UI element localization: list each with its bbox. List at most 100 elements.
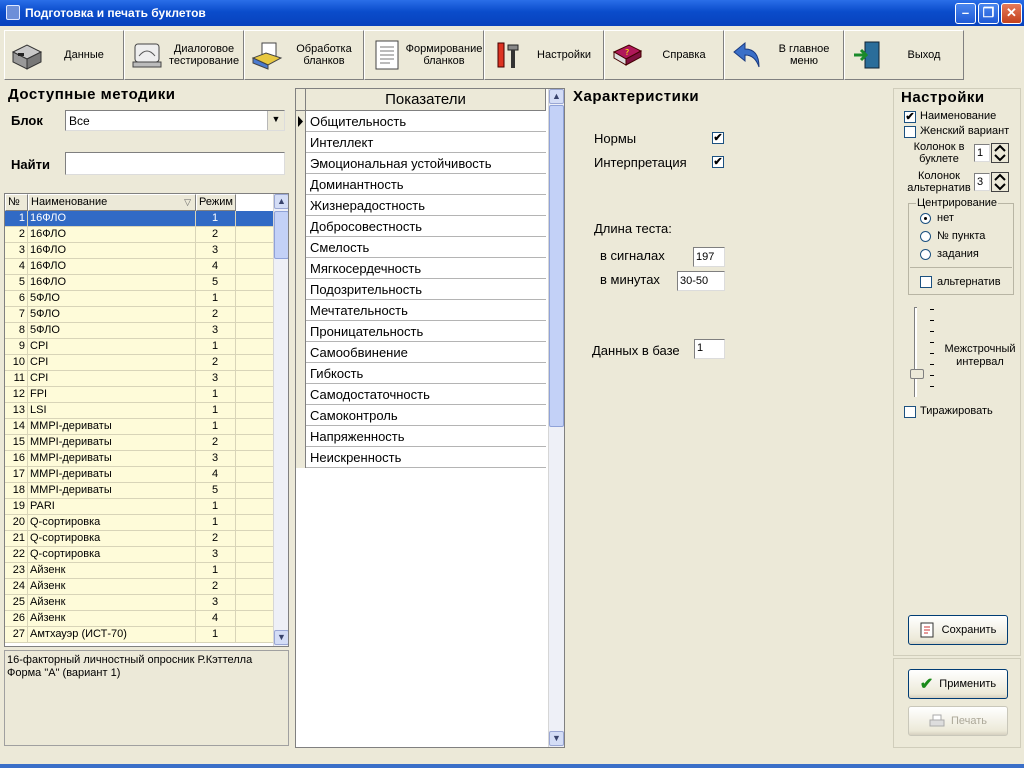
line-spacing-track[interactable]	[914, 307, 917, 397]
table-row[interactable]: 16 MMPI-дериваты 3	[5, 451, 273, 467]
indicators-grid[interactable]: Показатели Общительность Интеллект Эмоцион…	[295, 88, 565, 748]
table-row[interactable]: 14 MMPI-дериваты 1	[5, 419, 273, 435]
table-row[interactable]: 10 CPI 2	[5, 355, 273, 371]
create-forms-button[interactable]: Формирование бланков	[364, 30, 484, 80]
indicator-row[interactable]: Добросовестность	[296, 216, 546, 237]
indicator-row[interactable]: Жизнерадостность	[296, 195, 546, 216]
scroll-down-icon[interactable]: ▼	[549, 731, 564, 746]
table-row[interactable]: 6 5ФЛО 1	[5, 291, 273, 307]
table-row[interactable]: 1 16ФЛО 1	[5, 211, 273, 227]
indicator-row[interactable]: Смелость	[296, 237, 546, 258]
table-row[interactable]: 17 MMPI-дериваты 4	[5, 467, 273, 483]
indicator-row[interactable]: Самоконтроль	[296, 405, 546, 426]
row-mode: 2	[212, 580, 219, 592]
row-indicator	[296, 363, 306, 384]
row-mode: 2	[212, 436, 219, 448]
line-spacing-thumb[interactable]	[910, 369, 924, 379]
name-checkbox[interactable]: ✔	[904, 111, 916, 123]
table-row[interactable]: 26 Айзенк 4	[5, 611, 273, 627]
table-row[interactable]: 19 PARI 1	[5, 499, 273, 515]
save-button[interactable]: Сохранить	[908, 615, 1008, 645]
indicator-label: Самообвинение	[310, 345, 408, 360]
indicator-row[interactable]: Проницательность	[296, 321, 546, 342]
cols-alt-spinner[interactable]	[991, 172, 1009, 192]
data-button[interactable]: Данные	[4, 30, 124, 80]
block-select[interactable]: Все ▼	[65, 110, 285, 131]
column-header-number[interactable]: №	[5, 194, 28, 211]
center-item-radio[interactable]	[920, 231, 931, 242]
norms-checkbox[interactable]: ✔	[712, 132, 724, 144]
chevron-down-icon[interactable]: ▼	[267, 111, 284, 130]
indicators-scrollbar[interactable]: ▲ ▼	[548, 89, 564, 747]
scroll-down-icon[interactable]: ▼	[274, 630, 288, 645]
indicator-row[interactable]: Доминантность	[296, 174, 546, 195]
db-count-field[interactable]: 1	[694, 339, 725, 359]
indicator-row[interactable]: Самодостаточность	[296, 384, 546, 405]
process-forms-button[interactable]: Обработка бланков	[244, 30, 364, 80]
indicator-row[interactable]: Мечтательность	[296, 300, 546, 321]
table-row[interactable]: 23 Айзенк 1	[5, 563, 273, 579]
table-row[interactable]: 4 16ФЛО 4	[5, 259, 273, 275]
table-row[interactable]: 24 Айзенк 2	[5, 579, 273, 595]
table-row[interactable]: 18 MMPI-дериваты 5	[5, 483, 273, 499]
female-variant-checkbox[interactable]	[904, 126, 916, 138]
indicator-row[interactable]: Подозрительность	[296, 279, 546, 300]
cols-booklet-field[interactable]: 1	[974, 144, 990, 162]
table-row[interactable]: 7 5ФЛО 2	[5, 307, 273, 323]
replicate-checkbox[interactable]	[904, 406, 916, 418]
row-name: Q-сортировка	[30, 548, 101, 560]
column-header-mode[interactable]: Режим	[196, 194, 236, 211]
column-header-name[interactable]: Наименование ▽	[28, 194, 196, 211]
indicator-row[interactable]: Самообвинение	[296, 342, 546, 363]
table-row[interactable]: 27 Амтхауэр (ИСТ-70) 1	[5, 627, 273, 643]
table-row[interactable]: 15 MMPI-дериваты 2	[5, 435, 273, 451]
table-row[interactable]: 22 Q-сортировка 3	[5, 547, 273, 563]
table-row[interactable]: 21 Q-сортировка 2	[5, 531, 273, 547]
table-row[interactable]: 8 5ФЛО 3	[5, 323, 273, 339]
scroll-up-icon[interactable]: ▲	[549, 89, 564, 104]
methods-scrollbar[interactable]: ▲ ▼	[273, 194, 288, 646]
table-row[interactable]: 12 FPI 1	[5, 387, 273, 403]
indicator-row[interactable]: Общительность	[296, 111, 546, 132]
row-name: CPI	[30, 356, 49, 368]
table-row[interactable]: 11 CPI 3	[5, 371, 273, 387]
scroll-thumb[interactable]	[274, 211, 288, 259]
scroll-up-icon[interactable]: ▲	[274, 194, 288, 209]
minimize-button[interactable]: –	[955, 3, 976, 24]
close-button[interactable]: ✕	[1001, 3, 1022, 24]
search-input[interactable]	[65, 152, 285, 175]
table-row[interactable]: 13 LSI 1	[5, 403, 273, 419]
apply-button[interactable]: ✔ Применить	[908, 669, 1008, 699]
table-row[interactable]: 9 CPI 1	[5, 339, 273, 355]
table-row[interactable]: 2 16ФЛО 2	[5, 227, 273, 243]
table-row[interactable]: 25 Айзенк 3	[5, 595, 273, 611]
scroll-thumb[interactable]	[549, 105, 564, 427]
restore-button[interactable]: ❐	[978, 3, 999, 24]
settings-button[interactable]: Настройки	[484, 30, 604, 80]
alternatives-checkbox[interactable]	[920, 276, 932, 288]
cols-alt-field[interactable]: 3	[974, 173, 990, 191]
indicator-row[interactable]: Эмоциональная устойчивость	[296, 153, 546, 174]
table-row[interactable]: 20 Q-сортировка 1	[5, 515, 273, 531]
cols-booklet-spinner[interactable]	[991, 143, 1009, 163]
center-none-radio[interactable]	[920, 213, 931, 224]
exit-button[interactable]: Выход	[844, 30, 964, 80]
indicator-row[interactable]: Мягкосердечность	[296, 258, 546, 279]
center-task-radio[interactable]	[920, 249, 931, 260]
table-row[interactable]: 5 16ФЛО 5	[5, 275, 273, 291]
indicator-row[interactable]: Интеллект	[296, 132, 546, 153]
dialog-testing-button[interactable]: Диалоговое тестирование	[124, 30, 244, 80]
indicator-row[interactable]: Гибкость	[296, 363, 546, 384]
row-mode: 2	[212, 532, 219, 544]
row-mode: 3	[212, 324, 219, 336]
signals-field[interactable]: 197	[693, 247, 725, 267]
help-button[interactable]: ? Справка	[604, 30, 724, 80]
table-row[interactable]: 3 16ФЛО 3	[5, 243, 273, 259]
indicator-row[interactable]: Неискренность	[296, 447, 546, 468]
interpretation-checkbox[interactable]: ✔	[712, 156, 724, 168]
indicator-row[interactable]: Напряженность	[296, 426, 546, 447]
methods-list[interactable]: № Наименование ▽ Режим 1 16ФЛО 1 2 16ФЛО 2 3 16…	[4, 193, 289, 647]
print-button[interactable]: Печать	[908, 706, 1008, 736]
minutes-field[interactable]: 30-50	[677, 271, 725, 291]
main-menu-button[interactable]: В главное меню	[724, 30, 844, 80]
